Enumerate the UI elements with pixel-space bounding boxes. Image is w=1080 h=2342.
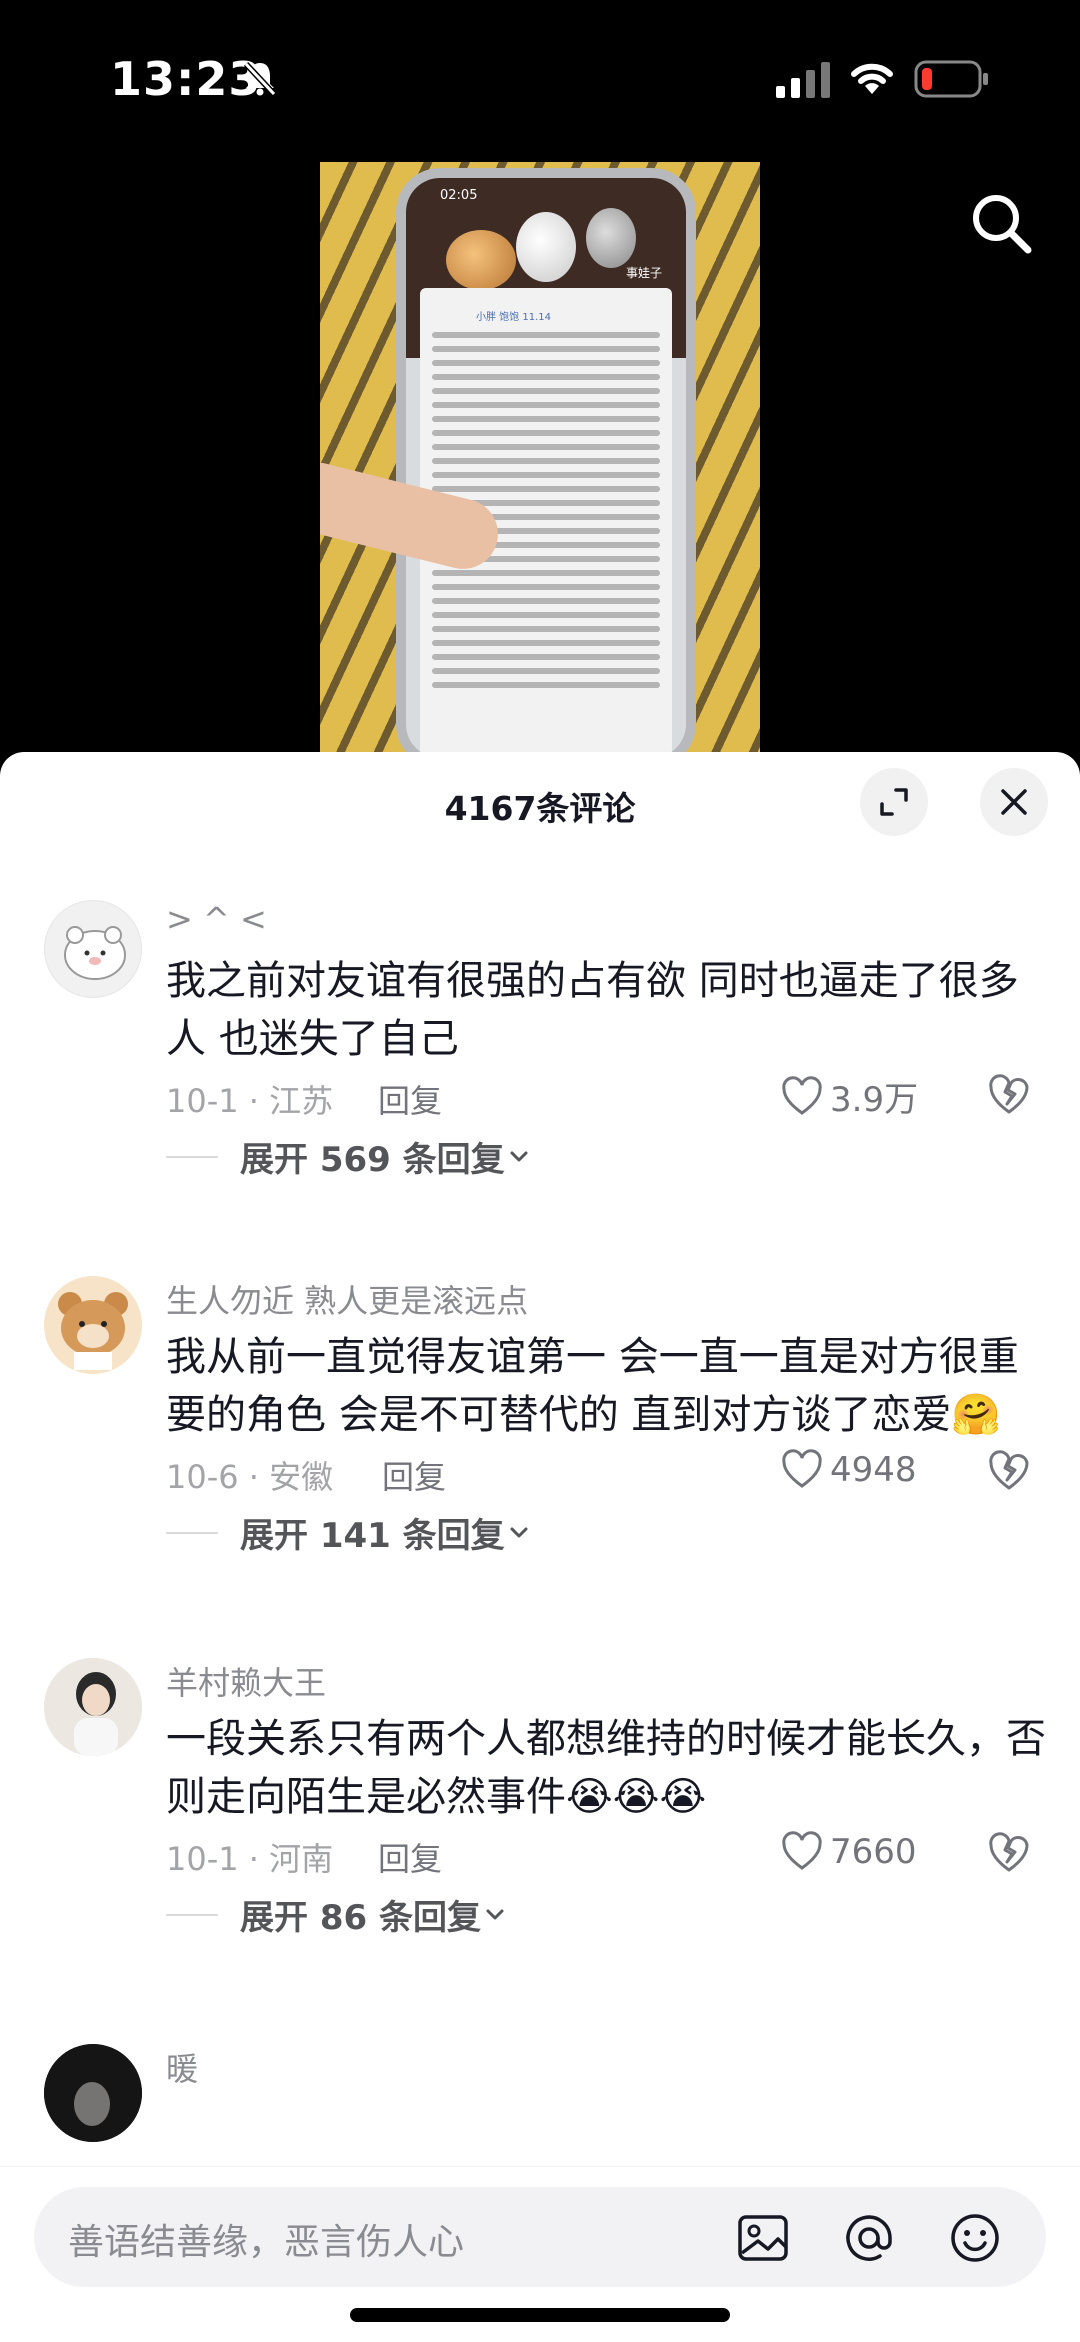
reply-button[interactable]: 回复: [378, 1834, 442, 1880]
comment-username[interactable]: 生人勿近 熟人更是滚远点: [166, 1276, 528, 1322]
chevron-down-icon: [486, 1909, 504, 1919]
avatar[interactable]: [44, 900, 142, 998]
battery-low-icon: [914, 60, 988, 98]
expand-divider: [166, 1914, 218, 1916]
emoji-icon[interactable]: [946, 2209, 1004, 2267]
bear-avatar-image: [64, 926, 126, 980]
like-button[interactable]: 7660: [780, 1830, 917, 1874]
broken-heart-icon[interactable]: [986, 1072, 1032, 1118]
broken-heart-icon[interactable]: [986, 1448, 1032, 1494]
expand-divider: [166, 1532, 218, 1534]
comment-input[interactable]: 善语结善缘，恶言伤人心: [34, 2187, 1046, 2287]
phone-in-video: 02:05 事娃子 小胖 饱饱 11.14: [396, 168, 696, 752]
comment-date-location: 10-1 · 江苏: [166, 1082, 334, 1120]
cat-image: [586, 208, 636, 268]
expand-replies-label: 展开 141 条回复: [240, 1516, 505, 1556]
bear-avatar-image: [58, 1292, 128, 1370]
comment-text: 我从前一直觉得友谊第一 会一直一直是对方很重要的角色 会是不可替代的 直到对方谈…: [166, 1334, 1019, 1438]
like-button[interactable]: 3.9万: [780, 1072, 918, 1121]
avatar[interactable]: [44, 1276, 142, 1374]
expand-icon: [880, 788, 908, 816]
status-time: 13:23: [110, 52, 262, 106]
expand-replies-button[interactable]: 展开 569 条回复: [240, 1132, 533, 1181]
heart-icon: [782, 1075, 822, 1115]
avatar[interactable]: [44, 1658, 142, 1756]
comment-text: 我之前对友谊有很强的占有欲 同时也逼走了很多人 也迷失了自己: [166, 958, 1019, 1062]
avatar[interactable]: [44, 2044, 142, 2142]
like-count: 3.9万: [830, 1080, 919, 1120]
like-button[interactable]: 4948: [780, 1448, 917, 1492]
like-count: 4948: [830, 1450, 917, 1490]
comment-username[interactable]: 暖: [166, 2044, 198, 2090]
image-icon[interactable]: [734, 2209, 792, 2267]
search-icon[interactable]: [966, 188, 1038, 260]
close-icon: [1001, 789, 1027, 815]
mention-icon[interactable]: [840, 2209, 898, 2267]
expand-divider: [166, 1156, 218, 1158]
comment-item: 羊村赖大王 一段关系只有两个人都想维持的时候才能长久，否则走向陌生是必然事件😭😭…: [0, 1658, 1080, 1948]
chevron-down-icon: [510, 1527, 528, 1537]
reply-button[interactable]: 回复: [382, 1452, 446, 1498]
status-bar: 13:23: [0, 0, 1080, 150]
photo-avatar-image: [44, 1658, 142, 1756]
comment-date-location: 10-6 · 安徽: [166, 1458, 334, 1496]
photo-avatar-image: [44, 2044, 142, 2142]
broken-heart-icon[interactable]: [986, 1830, 1032, 1876]
home-indicator[interactable]: [350, 2308, 730, 2322]
wifi-icon: [851, 63, 893, 94]
phone-label: 事娃子: [625, 266, 662, 280]
heart-icon: [782, 1831, 822, 1870]
cat-image: [446, 230, 516, 290]
comment-item: 生人勿近 熟人更是滚远点 我从前一直觉得友谊第一 会一直一直是对方很重要的角色 …: [0, 1276, 1080, 1566]
comment-input-placeholder: 善语结善缘，恶言伤人心: [68, 2222, 465, 2263]
comment-date-location: 10-1 · 河南: [166, 1840, 334, 1878]
cat-image: [516, 212, 576, 282]
expand-replies-label: 展开 569 条回复: [240, 1140, 505, 1180]
reply-button[interactable]: 回复: [378, 1076, 442, 1122]
phone-clock: 02:05: [440, 188, 478, 203]
video-preview[interactable]: 02:05 事娃子 小胖 饱饱 11.14: [320, 162, 760, 752]
comments-sheet: 4167条评论 > ^ < 我之前对友谊有很强的占有欲 同时也逼走了很多人 也迷…: [0, 752, 1080, 2342]
like-count: 7660: [830, 1832, 917, 1872]
comment-username[interactable]: 羊村赖大王: [166, 1658, 326, 1704]
chevron-down-icon: [510, 1151, 528, 1161]
cellular-signal-icon: [776, 62, 830, 98]
heart-icon: [782, 1449, 822, 1488]
expand-replies-label: 展开 86 条回复: [240, 1898, 481, 1938]
comment-item: 暖: [0, 2044, 1080, 2184]
comment-text: 一段关系只有两个人都想维持的时候才能长久，否则走向陌生是必然事件😭😭😭: [166, 1716, 1046, 1820]
close-button[interactable]: [980, 768, 1048, 836]
comment-username[interactable]: > ^ <: [166, 900, 267, 938]
fullscreen-button[interactable]: [860, 768, 928, 836]
phone-author: 小胖 饱饱 11.14: [476, 312, 551, 323]
expand-replies-button[interactable]: 展开 86 条回复: [240, 1890, 509, 1939]
expand-replies-button[interactable]: 展开 141 条回复: [240, 1508, 533, 1557]
comment-item: > ^ < 我之前对友谊有很强的占有欲 同时也逼走了很多人 也迷失了自己 10-…: [0, 900, 1080, 1190]
bell-muted-icon: [243, 61, 277, 97]
